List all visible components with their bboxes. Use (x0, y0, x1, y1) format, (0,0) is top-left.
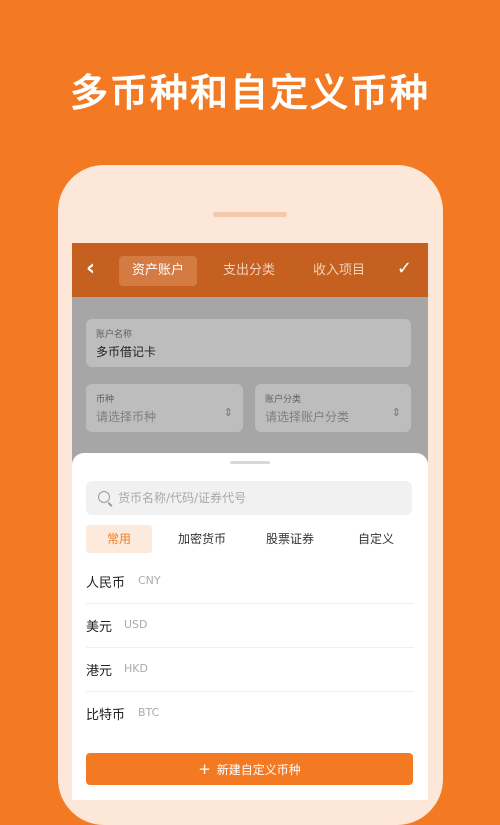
account-name-label: 账户名称 (96, 330, 133, 340)
currency-code: BTC (138, 706, 160, 719)
tab-expense-categories[interactable]: 支出分类 (210, 256, 288, 286)
tab-income-items[interactable]: 收入项目 (300, 256, 378, 286)
currency-code: CNY (138, 574, 161, 587)
currency-select[interactable]: 币种 请选择币种 ⇕ (86, 384, 243, 432)
currency-row-btc[interactable]: 比特币 BTC (86, 691, 414, 735)
currency-name: 港元 (86, 664, 113, 679)
search-icon (98, 491, 110, 503)
phone-speaker (213, 212, 287, 217)
tab-asset-accounts[interactable]: 资产账户 (119, 256, 197, 286)
tab-common[interactable]: 常用 (86, 525, 152, 553)
add-custom-currency-button[interactable]: + 新建自定义币种 (86, 753, 413, 785)
select-arrows-icon: ⇕ (223, 406, 233, 419)
currency-name: 美元 (86, 620, 113, 635)
confirm-check-icon[interactable]: ✓ (397, 259, 412, 279)
currency-placeholder: 请选择币种 (96, 410, 157, 424)
plus-icon: + (198, 760, 211, 778)
currency-search-box[interactable] (86, 481, 412, 515)
currency-row-usd[interactable]: 美元 USD (86, 603, 414, 648)
account-category-select[interactable]: 账户分类 请选择账户分类 ⇕ (255, 384, 411, 432)
add-custom-currency-label: 新建自定义币种 (216, 763, 301, 777)
account-name-value: 多币借记卡 (96, 345, 157, 359)
currency-picker-sheet: 常用 加密货币 股票证券 自定义 人民币 CNY 美元 USD 港元 HKD 比… (72, 453, 428, 800)
account-name-field[interactable]: 账户名称 多币借记卡 (86, 319, 411, 367)
currency-code: USD (124, 618, 148, 631)
sheet-drag-handle[interactable] (230, 461, 270, 464)
currency-label: 币种 (96, 395, 115, 405)
currency-name: 人民币 (86, 576, 126, 591)
currency-name: 比特币 (86, 708, 126, 723)
promo-headline: 多币种和自定义币种 (69, 71, 430, 115)
tab-stocks[interactable]: 股票证券 (254, 525, 326, 553)
tab-crypto[interactable]: 加密货币 (166, 525, 238, 553)
account-category-label: 账户分类 (265, 395, 302, 405)
currency-code: HKD (124, 662, 148, 675)
currency-row-hkd[interactable]: 港元 HKD (86, 647, 414, 692)
currency-search-input[interactable] (118, 481, 403, 515)
app-screen: ‹ 资产账户 支出分类 收入项目 ✓ 账户名称 多币借记卡 币种 请选择币种 ⇕… (72, 243, 428, 800)
tab-custom[interactable]: 自定义 (340, 525, 412, 553)
top-navigation-bar: ‹ 资产账户 支出分类 收入项目 ✓ (72, 243, 428, 297)
account-category-placeholder: 请选择账户分类 (265, 410, 350, 424)
back-icon[interactable]: ‹ (86, 258, 95, 280)
select-arrows-icon: ⇕ (391, 406, 401, 419)
currency-row-cny[interactable]: 人民币 CNY (86, 559, 414, 604)
